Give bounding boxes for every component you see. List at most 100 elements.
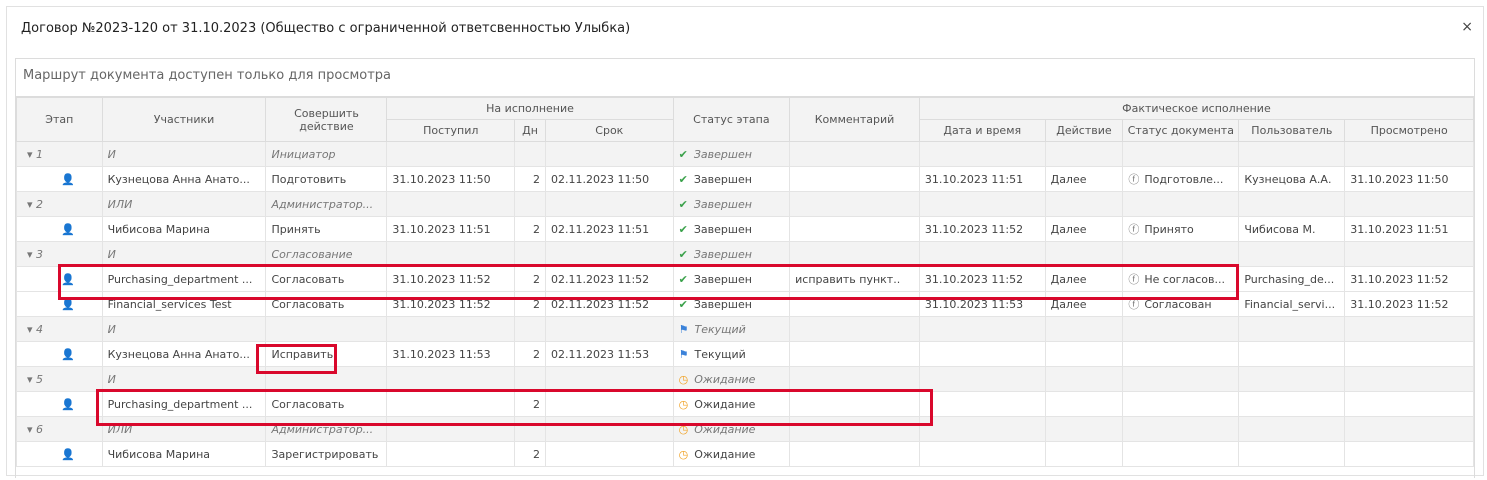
participant-row[interactable]: 👤 Чибисова Марина Принять 31.10.2023 11:51 2… <box>16 216 1474 242</box>
received-cell: 31.10.2023 11:52 <box>386 266 516 292</box>
doc-status-text: Подготовле... <box>1144 173 1224 186</box>
stage-row[interactable]: ▾ 3 И Согласование ✔ Завершен <box>16 241 1474 267</box>
received-cell <box>386 441 516 467</box>
datetime-cell <box>918 441 1046 467</box>
stage-row[interactable]: ▾ 1 И Инициатор ✔ Завершен <box>16 141 1474 167</box>
participant-row[interactable]: 👤 Purchasing_department ... Согласовать 31.… <box>16 266 1474 292</box>
participant-cell: ИЛИ <box>101 191 267 217</box>
col-user[interactable]: Пользователь <box>1238 119 1346 142</box>
col-viewed[interactable]: Просмотрено <box>1344 119 1474 142</box>
action-cell: Администратор... <box>265 416 388 442</box>
stage-status-cell: ✔ Завершен <box>672 266 791 292</box>
col-doc-status[interactable]: Статус документа <box>1122 119 1240 142</box>
col-deadline[interactable]: Срок <box>544 119 674 142</box>
expand-toggle-icon[interactable]: ▾ <box>27 248 36 261</box>
expand-toggle-icon[interactable]: ▾ <box>27 373 36 386</box>
col-act[interactable]: Действие <box>1044 119 1124 142</box>
participant-cell: Чибисова Марина <box>101 216 267 242</box>
participant-row[interactable]: 👤 Кузнецова Анна Анато... Исправить 31.10.2… <box>16 341 1474 367</box>
user-cell <box>1238 391 1346 417</box>
participant-cell: Кузнецова Анна Анато... <box>101 166 267 192</box>
flag-icon: ⚑ <box>678 347 689 361</box>
col-stage-status[interactable]: Статус этапа <box>672 97 791 142</box>
expand-toggle-icon[interactable]: ▾ <box>27 423 36 436</box>
participant-cell-text: ИЛИ <box>107 422 133 436</box>
expand-toggle-icon[interactable]: ▾ <box>27 323 36 336</box>
participant-cell-text: Financial_services Test <box>107 297 232 311</box>
participant-cell: Purchasing_department ... <box>101 391 267 417</box>
doc-status-cell: ⓕ Подготовле... <box>1122 166 1240 192</box>
close-icon[interactable]: × <box>1461 19 1473 35</box>
participant-cell: Чибисова Марина <box>101 441 267 467</box>
col-datetime[interactable]: Дата и время <box>918 119 1046 142</box>
user-cell <box>1238 366 1346 392</box>
stage-row[interactable]: ▾ 4 И ⚑ Текущий <box>16 316 1474 342</box>
comment-cell <box>789 391 920 417</box>
stage-status-text: Завершен <box>693 222 752 236</box>
col-action[interactable]: Совершить действие <box>265 97 388 142</box>
days-cell: 2 <box>514 391 546 417</box>
expand-toggle-icon[interactable]: ▾ <box>27 148 36 161</box>
viewed-cell: 31.10.2023 11:52 <box>1344 291 1474 317</box>
stage-cell: 👤 <box>16 266 103 292</box>
stage-status-text: Ожидание <box>694 422 756 436</box>
comment-cell <box>789 366 920 392</box>
received-cell <box>386 141 516 167</box>
viewed-cell <box>1344 316 1474 342</box>
viewed-cell <box>1344 191 1474 217</box>
col-received[interactable]: Поступил <box>386 119 516 142</box>
participant-cell-text: ИЛИ <box>107 197 133 211</box>
deadline-cell <box>544 366 674 392</box>
check-icon: ✔ <box>678 147 688 161</box>
user-icon: 👤 <box>61 272 75 286</box>
act-cell <box>1044 191 1124 217</box>
action-cell: Согласовать <box>265 291 388 317</box>
action-cell: Администратор... <box>265 191 388 217</box>
stage-status-cell: ✔ Завершен <box>672 191 791 217</box>
col-comment[interactable]: Комментарий <box>789 97 920 142</box>
participant-row[interactable]: 👤 Purchasing_department ... Согласовать 2 ◷ О… <box>16 391 1474 417</box>
stage-row[interactable]: ▾ 5 И ◷ Ожидание <box>16 366 1474 392</box>
days-cell-text: 2 <box>532 347 540 361</box>
participant-row[interactable]: 👤 Кузнецова Анна Анато... Подготовить 31.10… <box>16 166 1474 192</box>
days-cell <box>514 416 546 442</box>
datetime-cell: 31.10.2023 11:53 <box>918 291 1046 317</box>
user-icon: 👤 <box>61 297 75 311</box>
deadline-cell: 02.11.2023 11:53 <box>544 341 674 367</box>
viewed-cell-text: 31.10.2023 11:50 <box>1350 172 1449 186</box>
participant-row[interactable]: 👤 Чибисова Марина Зарегистрировать 2 ◷ Ожидан… <box>16 441 1474 467</box>
participant-cell: Purchasing_department ... <box>101 266 267 292</box>
participant-cell-text: Purchasing_department ... <box>107 272 253 286</box>
stage-status-text: Завершен <box>693 272 752 286</box>
days-cell-text: 2 <box>532 397 540 411</box>
stage-status-text: Текущий <box>694 322 746 336</box>
col-stage[interactable]: Этап <box>16 97 103 142</box>
stage-row[interactable]: ▾ 6 ИЛИ Администратор... ◷ Ожидание <box>16 416 1474 442</box>
check-icon: ✔ <box>678 222 688 236</box>
col-participants[interactable]: Участники <box>101 97 267 142</box>
days-cell-text: 2 <box>532 297 540 311</box>
act-cell <box>1044 441 1124 467</box>
stage-status-text: Ожидание <box>694 397 756 411</box>
days-cell <box>514 141 546 167</box>
route-table-body: ▾ 1 И Инициатор ✔ Завершен 👤 Кузнецова Анна Ан… <box>16 141 1474 467</box>
doc-status-text: Принято <box>1144 223 1194 236</box>
stage-status-text: Ожидание <box>694 447 756 461</box>
days-cell: 2 <box>514 441 546 467</box>
col-days[interactable]: Дн <box>514 119 546 142</box>
datetime-cell-text: 31.10.2023 11:52 <box>924 272 1024 286</box>
act-cell <box>1044 416 1124 442</box>
expand-toggle-icon[interactable]: ▾ <box>27 198 36 211</box>
deadline-cell: 02.11.2023 11:52 <box>544 266 674 292</box>
doc-status-cell: ⓕ Не согласов... <box>1122 266 1240 292</box>
act-cell-text: Далее <box>1050 222 1087 236</box>
stage-row[interactable]: ▾ 2 ИЛИ Администратор... ✔ Завершен <box>16 191 1474 217</box>
act-cell: Далее <box>1044 266 1124 292</box>
deadline-cell <box>544 141 674 167</box>
viewed-cell-text: 31.10.2023 11:52 <box>1350 272 1449 286</box>
check-icon: ✔ <box>678 272 688 286</box>
received-cell <box>386 416 516 442</box>
user-cell: Чибисова М. <box>1238 216 1346 242</box>
participant-row[interactable]: 👤 Financial_services Test Согласовать 31.10… <box>16 291 1474 317</box>
participant-cell-text: Purchasing_department ... <box>107 397 253 411</box>
